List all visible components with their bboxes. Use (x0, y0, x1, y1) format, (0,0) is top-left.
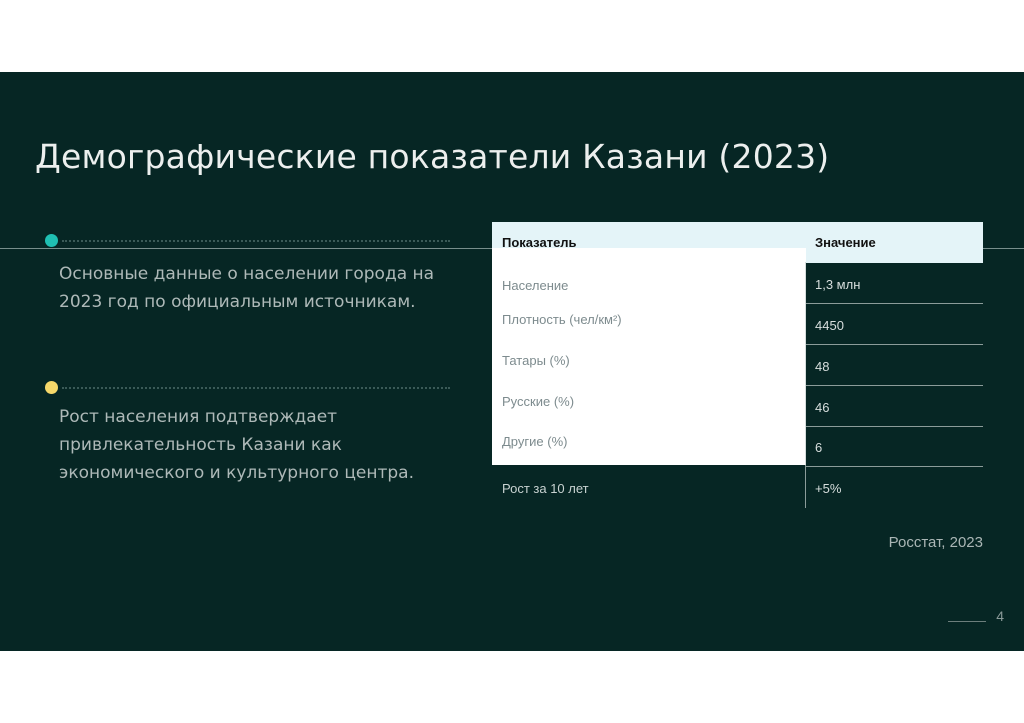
table-cell-value: 48 (815, 359, 830, 374)
bullet-text-1: Основные данные о населении города на 20… (59, 264, 435, 312)
table-cell-value: 46 (815, 400, 830, 415)
row-divider (806, 466, 983, 467)
source-note: Росстат, 2023 (888, 534, 983, 551)
table-cell-label: Население (502, 278, 569, 293)
table-cell-value: 4450 (815, 318, 844, 333)
page-number: 4 (996, 608, 1004, 624)
row-divider (806, 385, 983, 386)
bullet-dot-yellow (45, 381, 58, 394)
slide-title: Демографические показатели Казани (2023) (35, 137, 830, 176)
row-divider (806, 426, 983, 427)
row-divider (806, 303, 983, 304)
table-cell-label: Русские (%) (502, 394, 575, 409)
row-divider (806, 344, 983, 345)
table-cell-label: Другие (%) (502, 434, 568, 449)
table-cell-value: 1,3 млн (815, 277, 861, 292)
dotted-separator (62, 240, 450, 242)
table-cell-value: 6 (815, 440, 823, 455)
table-cell-label: Рост за 10 лет (502, 481, 589, 496)
header-value: Значение (815, 235, 876, 250)
slide: Демографические показатели Казани (2023)… (0, 72, 1024, 651)
page-number-line (948, 621, 986, 622)
dotted-separator (62, 387, 450, 389)
table-cell-label: Татары (%) (502, 353, 570, 368)
bullet-dot-teal (45, 234, 58, 247)
table-cell-label: Плотность (чел/км²) (502, 312, 622, 327)
table-cell-value: +5% (815, 481, 842, 496)
bullet-text-2: Рост населения подтверждает привлекатель… (59, 407, 414, 483)
